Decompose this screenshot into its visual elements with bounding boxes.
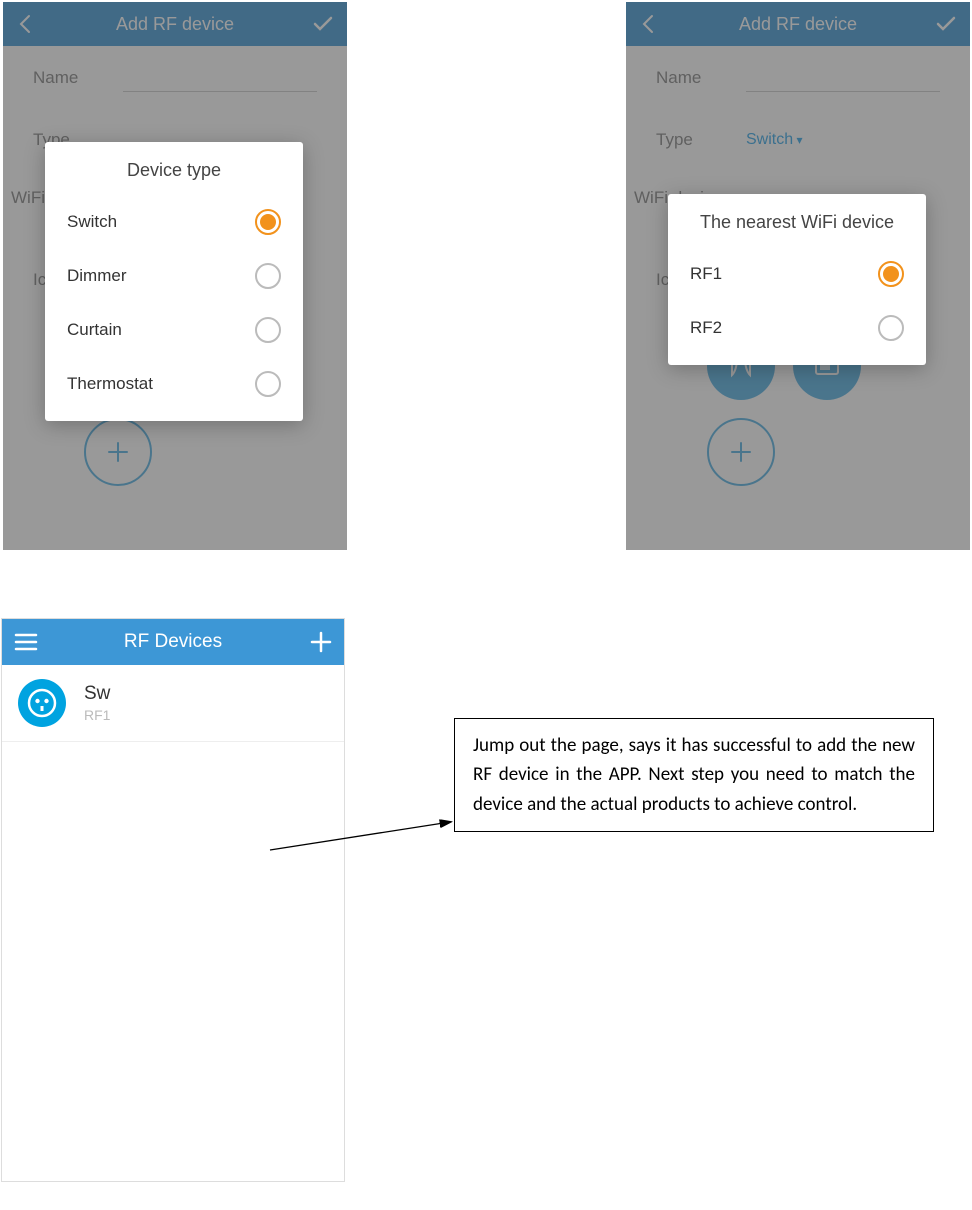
option-rf1[interactable]: RF1 xyxy=(668,247,926,301)
icon-option-add[interactable] xyxy=(707,418,775,486)
back-icon[interactable] xyxy=(638,13,660,35)
screen-rf-devices-list: RF Devices Sw RF1 xyxy=(1,618,345,1182)
screen-add-wifi-modal: Add RF device Name Type Switch WiFi devi… xyxy=(626,2,970,550)
add-icon[interactable] xyxy=(310,631,332,653)
menu-icon[interactable] xyxy=(14,632,38,652)
option-switch[interactable]: Switch xyxy=(45,195,303,249)
instruction-callout: Jump out the page, says it has successfu… xyxy=(454,718,934,832)
header-title: Add RF device xyxy=(116,14,234,35)
device-sub: RF1 xyxy=(84,707,110,723)
arrow-icon xyxy=(265,802,465,862)
name-label: Name xyxy=(656,68,746,88)
radio-icon xyxy=(255,263,281,289)
confirm-icon[interactable] xyxy=(934,12,958,36)
name-label: Name xyxy=(33,68,123,88)
option-label: Curtain xyxy=(67,320,122,340)
radio-icon xyxy=(255,209,281,235)
radio-icon xyxy=(878,261,904,287)
option-label: Switch xyxy=(67,212,117,232)
option-thermostat[interactable]: Thermostat xyxy=(45,357,303,411)
plug-icon xyxy=(18,679,66,727)
option-label: RF2 xyxy=(690,318,722,338)
header-add-rf: Add RF device xyxy=(3,2,347,46)
option-label: RF1 xyxy=(690,264,722,284)
name-input[interactable] xyxy=(123,64,317,92)
header-rf-devices: RF Devices xyxy=(2,619,344,665)
device-list-item[interactable]: Sw RF1 xyxy=(2,665,344,742)
device-name: Sw xyxy=(84,683,110,705)
header-title: RF Devices xyxy=(124,631,222,653)
radio-icon xyxy=(878,315,904,341)
option-dimmer[interactable]: Dimmer xyxy=(45,249,303,303)
callout-text: Jump out the page, says it has successfu… xyxy=(473,734,915,816)
option-label: Dimmer xyxy=(67,266,127,286)
option-rf2[interactable]: RF2 xyxy=(668,301,926,355)
header-add-rf: Add RF device xyxy=(626,2,970,46)
name-row: Name xyxy=(33,64,317,92)
device-type-modal: Device type Switch Dimmer Curtain Thermo… xyxy=(45,142,303,421)
modal-title: The nearest WiFi device xyxy=(668,212,926,233)
modal-title: Device type xyxy=(45,160,303,181)
header-title: Add RF device xyxy=(739,14,857,35)
nearest-wifi-modal: The nearest WiFi device RF1 RF2 xyxy=(668,194,926,365)
name-row: Name xyxy=(656,64,940,92)
icon-option-add[interactable] xyxy=(84,418,152,486)
radio-icon xyxy=(255,371,281,397)
list-item-texts: Sw RF1 xyxy=(84,683,110,723)
type-value: Switch xyxy=(746,131,802,149)
type-row[interactable]: Type Switch xyxy=(656,130,940,150)
name-input[interactable] xyxy=(746,64,940,92)
type-label: Type xyxy=(656,130,746,150)
radio-icon xyxy=(255,317,281,343)
option-curtain[interactable]: Curtain xyxy=(45,303,303,357)
screen-add-device-type-modal: Add RF device Name Type WiFi device Icon xyxy=(3,2,347,550)
confirm-icon[interactable] xyxy=(311,12,335,36)
option-label: Thermostat xyxy=(67,374,153,394)
back-icon[interactable] xyxy=(15,13,37,35)
